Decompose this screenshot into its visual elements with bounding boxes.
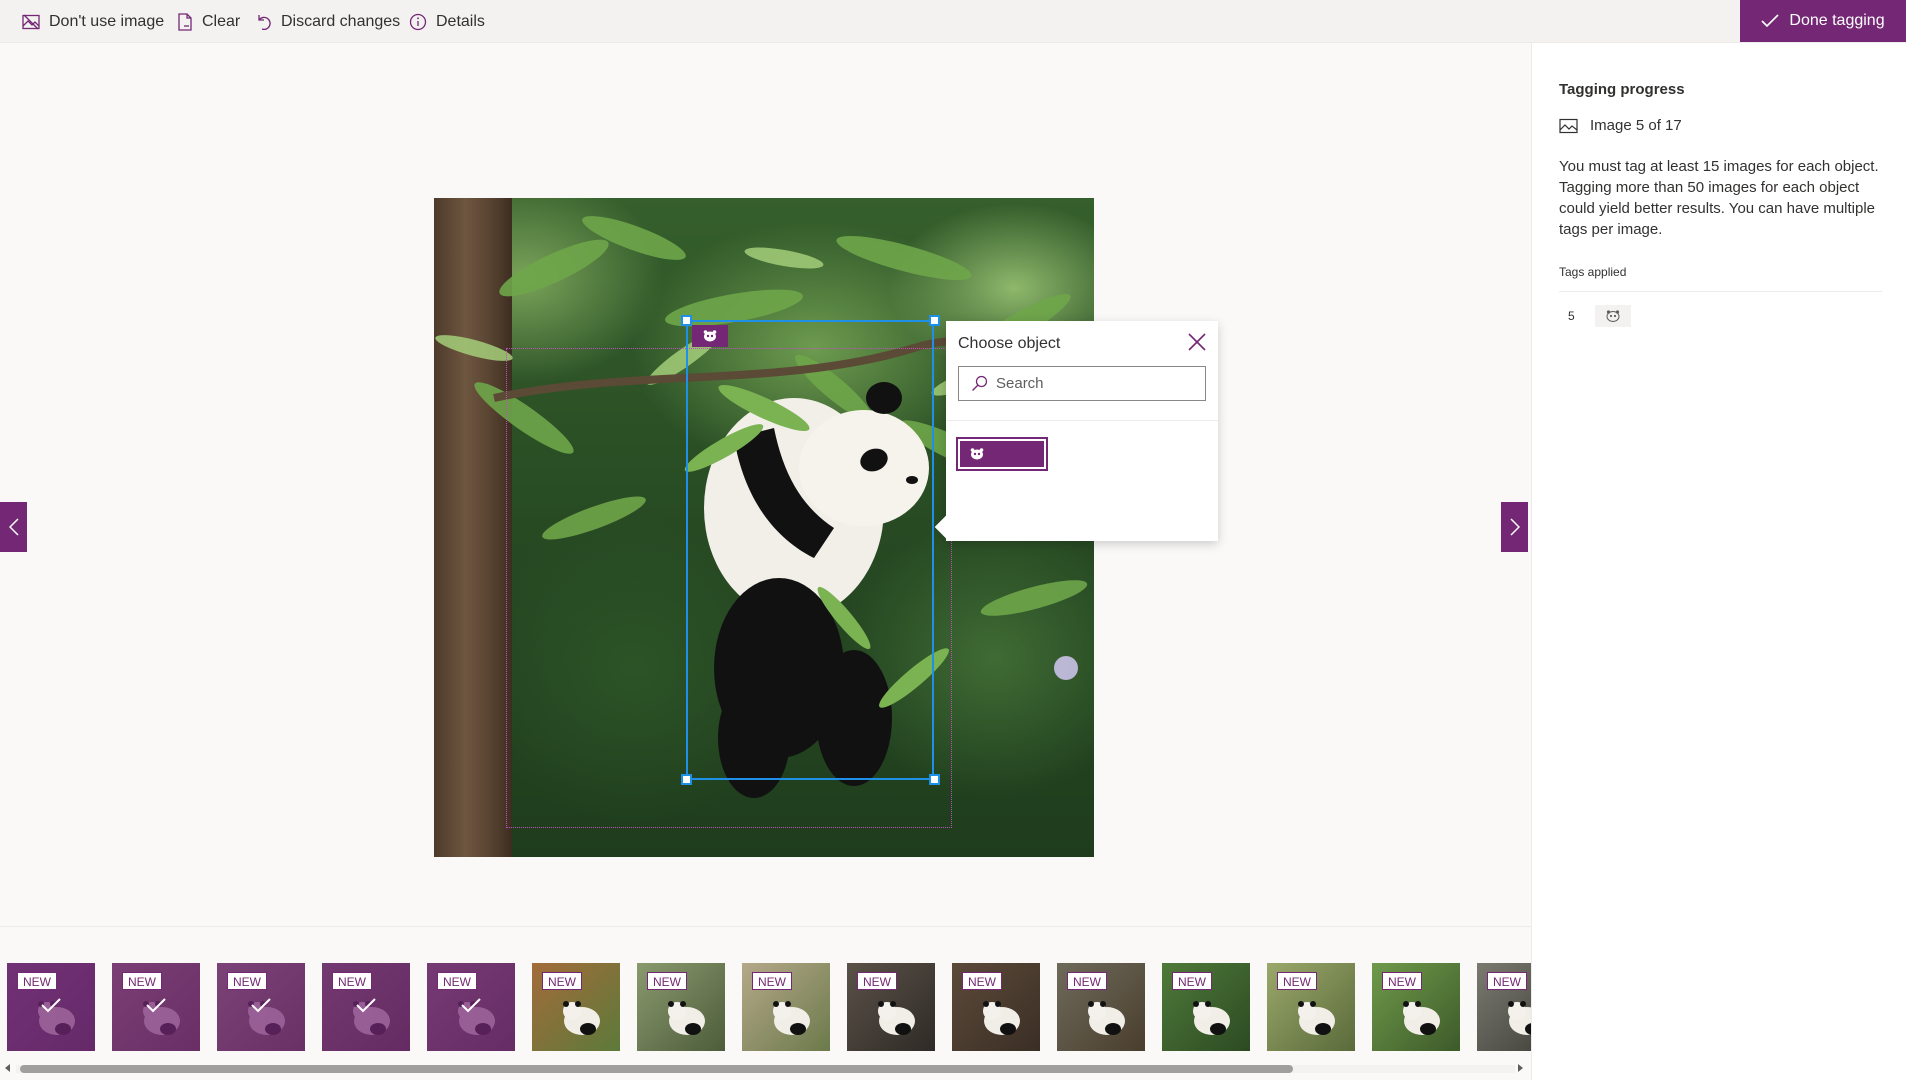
new-badge: NEW (1277, 972, 1317, 990)
new-badge: NEW (857, 972, 897, 990)
new-badge: NEW (647, 972, 687, 990)
image-thumbnail[interactable]: NEW (112, 963, 200, 1051)
clear-button[interactable]: Clear (177, 0, 240, 43)
scroll-left-icon[interactable] (3, 1063, 13, 1073)
new-badge: NEW (1172, 972, 1212, 990)
panel-title: Tagging progress (1559, 81, 1685, 98)
popup-title: Choose object (958, 335, 1061, 352)
tag-chip-panda (1594, 305, 1631, 327)
image-off-icon (22, 14, 40, 29)
panda-icon (970, 448, 984, 460)
new-badge: NEW (962, 972, 1002, 990)
image-count-label: Image 5 of 17 (1590, 117, 1682, 134)
image-thumbnail[interactable]: NEW (1162, 963, 1250, 1051)
choose-object-popup: Choose object (934, 321, 1218, 541)
image-thumbnail[interactable]: NEW (532, 963, 620, 1051)
image-thumbnail[interactable]: NEW (217, 963, 305, 1051)
close-popup-button[interactable] (1186, 331, 1208, 353)
image-thumbnail[interactable]: NEW (1057, 963, 1145, 1051)
resize-handle-bottom-left[interactable] (681, 774, 692, 785)
checkmark-icon (41, 998, 61, 1013)
panda-icon (703, 330, 717, 342)
chevron-right-icon (1509, 518, 1520, 536)
toolbar: Don't use image Clear Discard changes De… (0, 0, 1906, 43)
next-image-button[interactable] (1501, 502, 1528, 552)
new-badge: NEW (227, 972, 267, 990)
image-thumbnail[interactable]: NEW (322, 963, 410, 1051)
new-badge: NEW (122, 972, 162, 990)
checkmark-icon (251, 998, 271, 1013)
tags-applied-label: Tags applied (1559, 265, 1627, 279)
clear-label: Clear (202, 12, 241, 30)
new-badge: NEW (542, 972, 582, 990)
discard-changes-label: Discard changes (281, 12, 401, 30)
new-badge: NEW (17, 972, 57, 990)
tags-divider (1559, 291, 1882, 292)
resize-handle-bottom-right[interactable] (929, 774, 940, 785)
popup-divider (946, 420, 1218, 421)
image-thumbnail[interactable]: NEW (1477, 963, 1531, 1051)
dont-use-image-label: Don't use image (49, 12, 165, 30)
info-icon (409, 13, 427, 30)
clear-page-icon (178, 12, 192, 31)
close-icon (1188, 333, 1206, 351)
tag-count: 5 (1568, 309, 1575, 323)
search-icon (972, 375, 988, 391)
object-option-panda[interactable] (956, 437, 1048, 471)
previous-image-button[interactable] (0, 502, 27, 552)
image-filmstrip: NEW NEW NEW NEW NEW NEW NEW NEW NEW NEW NEW NEW NEW N… (0, 926, 1531, 1080)
checkmark-icon (146, 998, 166, 1013)
dont-use-image-button[interactable]: Don't use image (22, 0, 164, 43)
image-thumbnail[interactable]: NEW (742, 963, 830, 1051)
checkmark-icon (1761, 14, 1779, 28)
tag-row: 5 (1568, 305, 1631, 327)
image-thumbnail[interactable]: NEW (637, 963, 725, 1051)
resize-handle-top-left[interactable] (681, 315, 692, 326)
image-thumbnail[interactable]: NEW (847, 963, 935, 1051)
selected-bounding-box[interactable] (686, 320, 934, 780)
box-tag-chip[interactable] (692, 325, 728, 347)
tagging-canvas: Choose object (0, 43, 1531, 926)
new-badge: NEW (437, 972, 477, 990)
chevron-left-icon (8, 518, 19, 536)
undo-icon (258, 14, 271, 30)
done-tagging-label: Done tagging (1789, 12, 1885, 29)
image-thumbnail[interactable]: NEW (7, 963, 95, 1051)
panda-icon (1606, 310, 1620, 322)
details-button[interactable]: Details (409, 0, 485, 43)
scroll-right-icon[interactable] (1515, 1063, 1525, 1073)
checkmark-icon (461, 998, 481, 1013)
checkmark-icon (356, 998, 376, 1013)
image-thumbnail[interactable]: NEW (427, 963, 515, 1051)
image-thumbnail[interactable]: NEW (1372, 963, 1460, 1051)
new-badge: NEW (1382, 972, 1422, 990)
image-count: Image 5 of 17 (1559, 117, 1682, 134)
new-badge: NEW (1487, 972, 1527, 990)
new-badge: NEW (1067, 972, 1107, 990)
filmstrip-scrollbar[interactable] (0, 1061, 1531, 1075)
image-icon (1559, 118, 1578, 133)
tagging-instructions: You must tag at least 15 images for each… (1559, 158, 1879, 238)
image-thumbnail[interactable]: NEW (952, 963, 1040, 1051)
new-badge: NEW (752, 972, 792, 990)
new-badge: NEW (332, 972, 372, 990)
discard-changes-button[interactable]: Discard changes (256, 0, 400, 43)
tagging-progress-panel: Tagging progress Image 5 of 17 You must … (1531, 43, 1906, 1080)
object-search-field[interactable] (958, 366, 1206, 401)
scroll-thumb[interactable] (20, 1065, 1293, 1073)
details-label: Details (436, 12, 485, 30)
done-tagging-button[interactable]: Done tagging (1740, 0, 1906, 42)
object-search-input[interactable] (996, 375, 1196, 392)
resize-handle-top-right[interactable] (929, 315, 940, 326)
image-thumbnail[interactable]: NEW (1267, 963, 1355, 1051)
